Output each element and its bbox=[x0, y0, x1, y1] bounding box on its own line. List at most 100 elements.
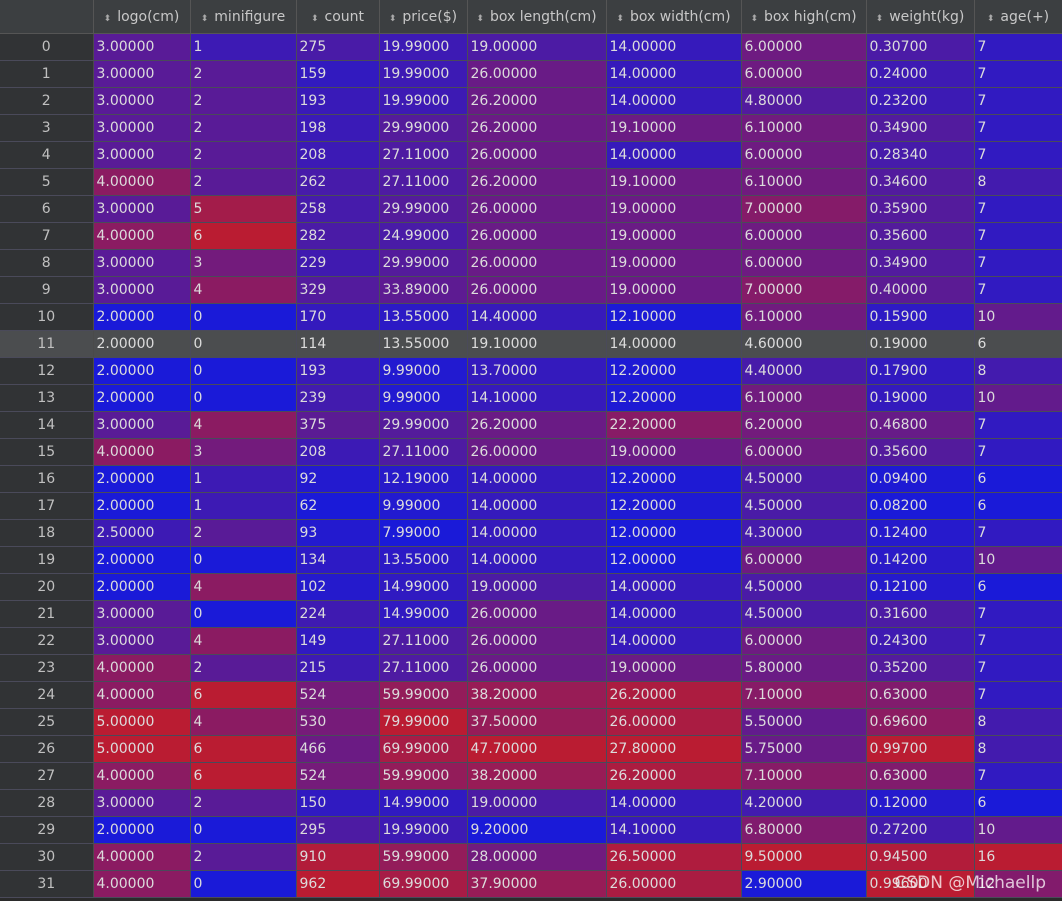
table-row[interactable]: 6 3.00000 5 258 29.99000 26.00000 19.00000 7.00… bbox=[0, 195, 1062, 223]
table-cell[interactable]: 12.20000 bbox=[606, 384, 742, 412]
table-cell[interactable]: 2 bbox=[190, 654, 297, 682]
table-cell[interactable]: 12.20000 bbox=[606, 465, 742, 493]
table-row[interactable]: 26 5.00000 6 466 69.99000 47.70000 27.80000 5.7… bbox=[0, 735, 1062, 763]
table-cell[interactable]: 24.99000 bbox=[379, 222, 468, 250]
table-row[interactable]: 12 2.00000 0 193 9.99000 13.70000 12.20000 4.40… bbox=[0, 357, 1062, 385]
table-cell[interactable]: 229 bbox=[296, 249, 380, 277]
table-row[interactable]: 29 2.00000 0 295 19.99000 9.20000 14.10000 6.80… bbox=[0, 816, 1062, 844]
table-cell[interactable]: 16 bbox=[974, 843, 1062, 871]
table-cell[interactable]: 27.11000 bbox=[379, 141, 468, 169]
row-index[interactable]: 10 bbox=[0, 303, 94, 331]
table-cell[interactable]: 2.00000 bbox=[93, 330, 191, 358]
table-cell[interactable]: 0 bbox=[190, 303, 297, 331]
table-row[interactable]: 24 4.00000 6 524 59.99000 38.20000 26.20000 7.1… bbox=[0, 681, 1062, 709]
row-index[interactable]: 22 bbox=[0, 627, 94, 655]
table-cell[interactable]: 3.00000 bbox=[93, 600, 191, 628]
table-cell[interactable]: 0.40000 bbox=[866, 276, 975, 304]
table-cell[interactable]: 19.00000 bbox=[606, 195, 742, 223]
table-cell[interactable]: 149 bbox=[296, 627, 380, 655]
row-index[interactable]: 28 bbox=[0, 789, 94, 817]
row-index[interactable]: 1 bbox=[0, 60, 94, 88]
table-cell[interactable]: 27.11000 bbox=[379, 438, 468, 466]
table-cell[interactable]: 38.20000 bbox=[467, 681, 607, 709]
table-cell[interactable]: 22.20000 bbox=[606, 411, 742, 439]
row-index[interactable]: 17 bbox=[0, 492, 94, 520]
table-cell[interactable]: 2 bbox=[190, 87, 297, 115]
table-cell[interactable]: 6 bbox=[190, 681, 297, 709]
table-cell[interactable]: 8 bbox=[974, 168, 1062, 196]
table-cell[interactable]: 26.00000 bbox=[467, 60, 607, 88]
sort-arrows-icon[interactable]: ⬍ bbox=[201, 14, 209, 24]
column-header[interactable]: ⬍ minifigure bbox=[190, 0, 297, 34]
table-row[interactable]: 7 4.00000 6 282 24.99000 26.00000 19.00000 6.00… bbox=[0, 222, 1062, 250]
row-index[interactable]: 25 bbox=[0, 708, 94, 736]
table-cell[interactable]: 6.00000 bbox=[741, 627, 867, 655]
table-cell[interactable]: 9.20000 bbox=[467, 816, 607, 844]
table-cell[interactable]: 329 bbox=[296, 276, 380, 304]
row-index[interactable]: 15 bbox=[0, 438, 94, 466]
row-index[interactable]: 12 bbox=[0, 357, 94, 385]
table-cell[interactable]: 4 bbox=[190, 573, 297, 601]
table-cell[interactable]: 14.00000 bbox=[467, 546, 607, 574]
table-cell[interactable]: 3.00000 bbox=[93, 789, 191, 817]
table-row[interactable]: 0 3.00000 1 275 19.99000 19.00000 14.00000 6.00… bbox=[0, 33, 1062, 61]
table-cell[interactable]: 193 bbox=[296, 357, 380, 385]
table-cell[interactable]: 6.00000 bbox=[741, 249, 867, 277]
row-index[interactable]: 11 bbox=[0, 330, 94, 358]
table-cell[interactable]: 295 bbox=[296, 816, 380, 844]
table-cell[interactable]: 4.40000 bbox=[741, 357, 867, 385]
table-cell[interactable]: 5.75000 bbox=[741, 735, 867, 763]
table-cell[interactable]: 14.99000 bbox=[379, 573, 468, 601]
table-cell[interactable]: 6.10000 bbox=[741, 303, 867, 331]
table-cell[interactable]: 4 bbox=[190, 708, 297, 736]
table-cell[interactable]: 14.00000 bbox=[467, 492, 607, 520]
sort-arrows-icon[interactable]: ⬍ bbox=[389, 14, 397, 24]
table-cell[interactable]: 14.00000 bbox=[606, 573, 742, 601]
table-cell[interactable]: 0.23200 bbox=[866, 87, 975, 115]
table-cell[interactable]: 7.00000 bbox=[741, 195, 867, 223]
row-index[interactable]: 2 bbox=[0, 87, 94, 115]
table-cell[interactable]: 37.50000 bbox=[467, 708, 607, 736]
table-cell[interactable]: 7 bbox=[974, 762, 1062, 790]
table-row[interactable]: 5 4.00000 2 262 27.11000 26.20000 19.10000 6.10… bbox=[0, 168, 1062, 196]
table-cell[interactable]: 9.99000 bbox=[379, 357, 468, 385]
table-cell[interactable]: 19.00000 bbox=[606, 276, 742, 304]
table-cell[interactable]: 208 bbox=[296, 141, 380, 169]
table-cell[interactable]: 282 bbox=[296, 222, 380, 250]
table-cell[interactable]: 27.80000 bbox=[606, 735, 742, 763]
table-cell[interactable]: 29.99000 bbox=[379, 249, 468, 277]
table-cell[interactable]: 6.00000 bbox=[741, 33, 867, 61]
table-cell[interactable]: 6 bbox=[974, 492, 1062, 520]
table-cell[interactable]: 26.50000 bbox=[606, 843, 742, 871]
table-cell[interactable]: 0.24300 bbox=[866, 627, 975, 655]
table-cell[interactable]: 2 bbox=[190, 141, 297, 169]
table-cell[interactable]: 466 bbox=[296, 735, 380, 763]
table-cell[interactable]: 92 bbox=[296, 465, 380, 493]
table-cell[interactable]: 13.55000 bbox=[379, 303, 468, 331]
table-cell[interactable]: 198 bbox=[296, 114, 380, 142]
table-cell[interactable]: 14.10000 bbox=[467, 384, 607, 412]
table-cell[interactable]: 6.00000 bbox=[741, 60, 867, 88]
row-index[interactable]: 20 bbox=[0, 573, 94, 601]
table-cell[interactable]: 4.00000 bbox=[93, 654, 191, 682]
table-cell[interactable]: 6.00000 bbox=[741, 438, 867, 466]
table-cell[interactable]: 159 bbox=[296, 60, 380, 88]
table-cell[interactable]: 29.99000 bbox=[379, 114, 468, 142]
table-cell[interactable]: 3.00000 bbox=[93, 249, 191, 277]
sort-arrows-icon[interactable]: ⬍ bbox=[476, 14, 484, 24]
table-cell[interactable]: 14.00000 bbox=[467, 465, 607, 493]
table-cell[interactable]: 26.20000 bbox=[467, 168, 607, 196]
table-cell[interactable]: 5.80000 bbox=[741, 654, 867, 682]
table-cell[interactable]: 3.00000 bbox=[93, 195, 191, 223]
table-cell[interactable]: 0.17900 bbox=[866, 357, 975, 385]
table-cell[interactable]: 4.30000 bbox=[741, 519, 867, 547]
table-cell[interactable]: 4 bbox=[190, 627, 297, 655]
table-cell[interactable]: 19.00000 bbox=[606, 438, 742, 466]
table-cell[interactable]: 1 bbox=[190, 33, 297, 61]
table-cell[interactable]: 0 bbox=[190, 330, 297, 358]
table-cell[interactable]: 0.69600 bbox=[866, 708, 975, 736]
row-index[interactable]: 30 bbox=[0, 843, 94, 871]
table-cell[interactable]: 215 bbox=[296, 654, 380, 682]
table-cell[interactable]: 27.11000 bbox=[379, 168, 468, 196]
row-index[interactable]: 31 bbox=[0, 870, 94, 898]
